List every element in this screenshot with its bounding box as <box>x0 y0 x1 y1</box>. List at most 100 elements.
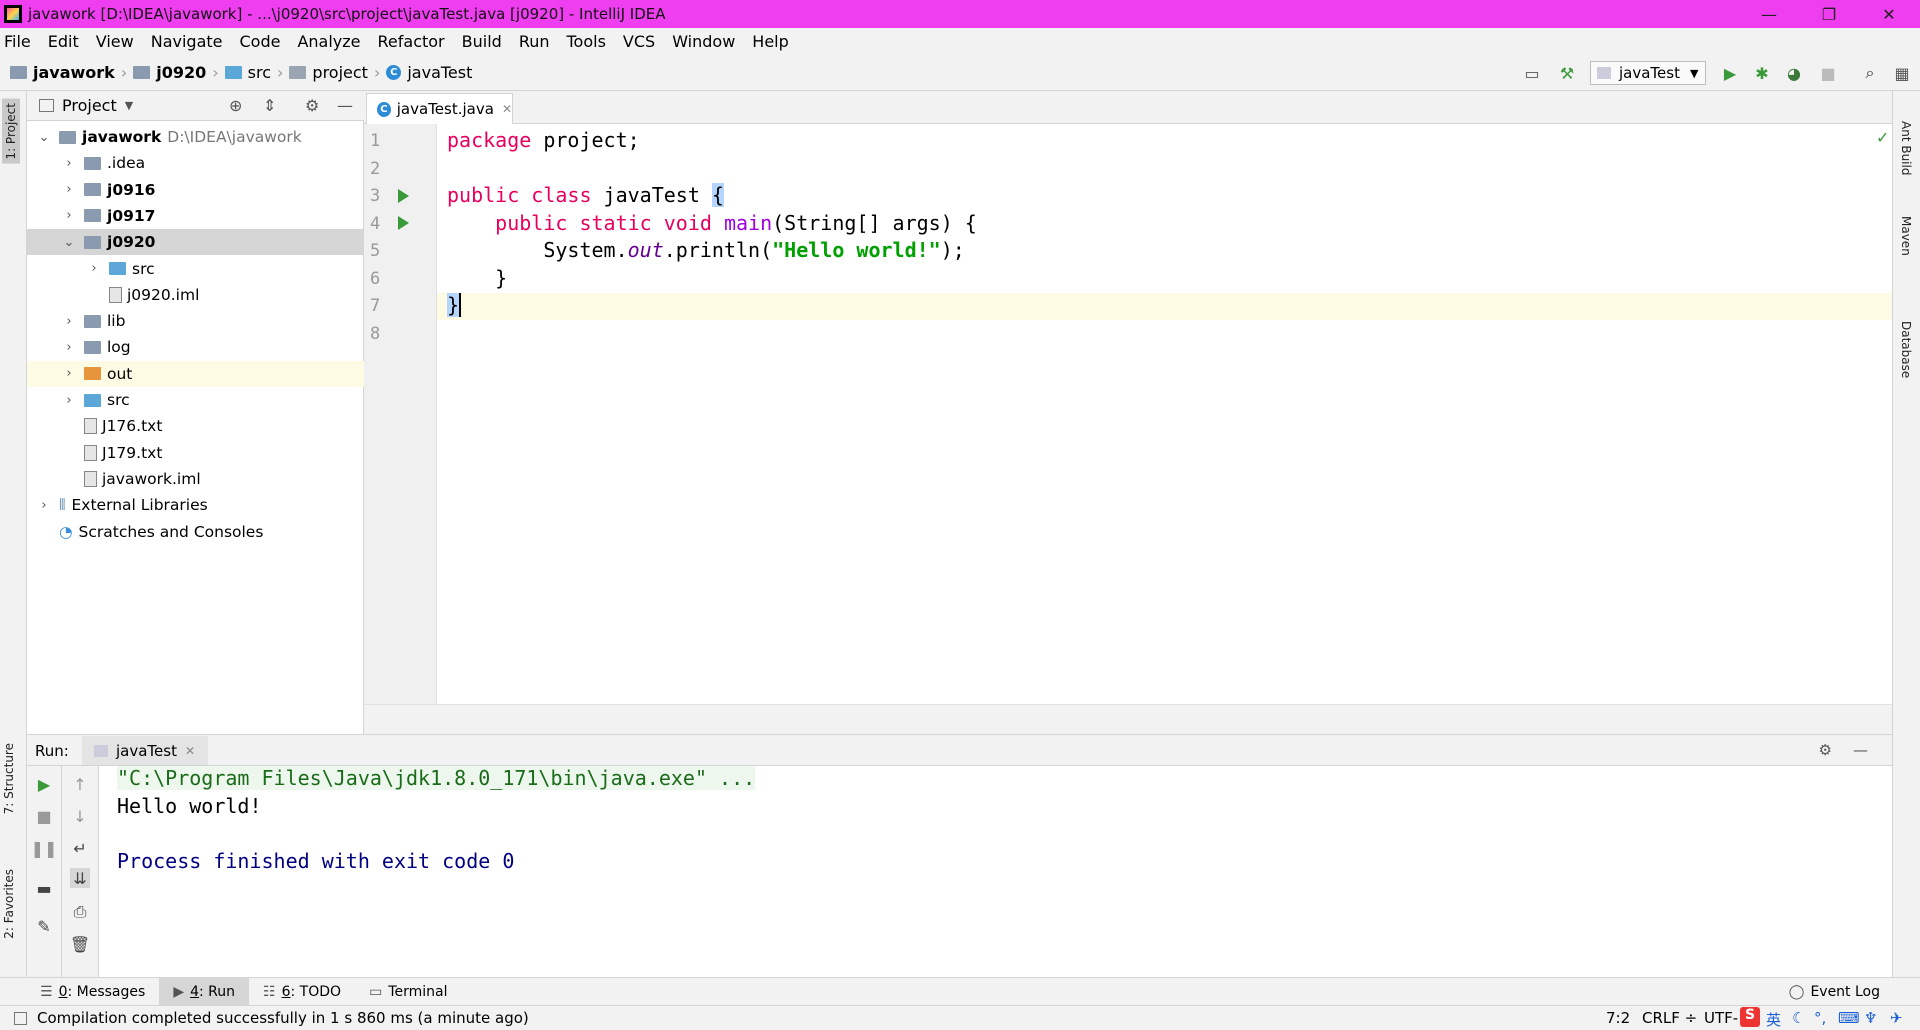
coverage-icon[interactable]: ◕ <box>1782 62 1806 84</box>
menu-run[interactable]: Run <box>519 32 550 51</box>
hide-icon[interactable]: — <box>1853 741 1868 759</box>
moon-icon[interactable]: ☾ <box>1792 1009 1805 1027</box>
menu-vcs[interactable]: VCS <box>623 32 655 51</box>
soft-wrap-icon[interactable]: ↵ <box>70 838 90 858</box>
chevron-right-icon[interactable]: › <box>37 498 51 513</box>
chevron-right-icon[interactable]: › <box>62 340 76 355</box>
tab-favorites[interactable]: 2: Favorites <box>2 869 16 939</box>
gear-icon[interactable]: ⚙ <box>1819 741 1832 759</box>
tab-structure[interactable]: 7: Structure <box>2 743 16 814</box>
pin-icon[interactable]: ✎ <box>34 916 54 936</box>
menu-edit[interactable]: Edit <box>48 32 79 51</box>
run-class-gutter-icon[interactable] <box>398 189 409 203</box>
tab-database[interactable]: Database <box>1899 321 1913 378</box>
chevron-down-icon[interactable]: ⌄ <box>37 130 51 145</box>
locate-target-icon[interactable]: ⊕ <box>229 96 242 115</box>
close-tab-icon[interactable]: ✕ <box>185 744 195 758</box>
run-configuration-select[interactable]: javaTest ▼ <box>1590 61 1706 85</box>
chevron-right-icon[interactable]: › <box>62 366 76 381</box>
tree-item[interactable]: ◔ Scratches and Consoles <box>27 519 364 545</box>
stop-icon[interactable]: ■ <box>34 806 54 826</box>
tree-item[interactable]: › src <box>27 387 364 413</box>
menu-navigate[interactable]: Navigate <box>151 32 223 51</box>
tree-item[interactable]: › src <box>27 256 364 282</box>
tree-item[interactable]: ⌄ javawork D:\IDEA\javawork <box>27 124 364 150</box>
debug-bug-icon[interactable]: ✱ <box>1750 62 1774 84</box>
menu-build[interactable]: Build <box>462 32 502 51</box>
code-line-4[interactable]: public static void main(String[] args) { <box>447 211 977 235</box>
shirt-icon[interactable]: ♆ <box>1864 1009 1877 1027</box>
pause-icon[interactable]: ❚❚ <box>31 838 58 858</box>
line-separator[interactable]: CRLF ÷ <box>1642 1009 1697 1027</box>
close-button[interactable]: ✕ <box>1860 0 1918 28</box>
tree-item[interactable]: J176.txt <box>27 413 364 439</box>
tree-item[interactable]: › out <box>27 360 364 387</box>
tree-item[interactable]: j0920.iml <box>27 282 364 308</box>
tab-ant-build[interactable]: Ant Build <box>1899 121 1913 175</box>
menu-help[interactable]: Help <box>752 32 788 51</box>
run-main-gutter-icon[interactable] <box>398 216 409 230</box>
minimize-button[interactable]: — <box>1740 0 1798 28</box>
tree-item[interactable]: › j0916 <box>27 177 364 203</box>
menu-tools[interactable]: Tools <box>567 32 606 51</box>
tab-messages[interactable]: ☰ 0: Messages <box>26 978 159 1006</box>
layout-icon[interactable]: ▬ <box>34 878 54 898</box>
tree-item[interactable]: J179.txt <box>27 440 364 466</box>
breadcrumb-j0920[interactable]: j0920 › <box>133 63 219 82</box>
project-structure-icon[interactable]: ▦ <box>1890 62 1914 84</box>
chevron-right-icon[interactable]: › <box>62 208 76 223</box>
code-line-6[interactable]: } <box>447 266 507 290</box>
menu-view[interactable]: View <box>96 32 134 51</box>
chevron-down-icon[interactable]: ⌄ <box>62 235 76 250</box>
punctuation-icon[interactable]: °, <box>1814 1009 1826 1027</box>
run-tab-javatest[interactable]: javaTest ✕ <box>82 736 208 765</box>
arrow-down-icon[interactable]: ↓ <box>70 806 90 826</box>
wrench-icon[interactable]: ✈ <box>1890 1009 1903 1027</box>
tab-todo[interactable]: ☷ 6: TODO <box>249 978 355 1006</box>
chevron-right-icon[interactable]: › <box>87 261 101 276</box>
gear-icon[interactable]: ⚙ <box>305 96 319 115</box>
menu-file[interactable]: File <box>4 32 31 51</box>
code-line-3[interactable]: public class javaTest { <box>447 183 724 207</box>
ime-language[interactable]: 英 <box>1766 1009 1781 1030</box>
status-toggle-icon[interactable] <box>14 1011 27 1025</box>
chevron-right-icon[interactable]: › <box>62 314 76 329</box>
tree-item[interactable]: › log <box>27 334 364 360</box>
tree-item[interactable]: javawork.iml <box>27 466 364 492</box>
tree-item[interactable]: › ⫴ External Libraries <box>27 492 364 518</box>
caret-position[interactable]: 7:2 <box>1606 1009 1630 1027</box>
chevron-right-icon[interactable]: › <box>62 182 76 197</box>
select-window-icon[interactable]: ▭ <box>1520 62 1544 84</box>
tab-maven[interactable]: Maven <box>1899 216 1913 256</box>
sogou-ime-icon[interactable]: S <box>1740 1007 1760 1027</box>
breadcrumb-javatest[interactable]: CjavaTest <box>386 63 472 82</box>
close-tab-icon[interactable]: ✕ <box>502 102 512 116</box>
menu-window[interactable]: Window <box>672 32 735 51</box>
tree-item[interactable]: › .idea <box>27 150 364 176</box>
tree-item[interactable]: › lib <box>27 308 364 334</box>
code-line-5[interactable]: System.out.println("Hello world!"); <box>447 238 964 262</box>
tab-terminal[interactable]: ▭ Terminal <box>355 978 461 1006</box>
breadcrumb-javawork[interactable]: javawork › <box>10 63 127 82</box>
trash-icon[interactable]: 🗑 <box>70 934 90 954</box>
keyboard-icon[interactable]: ⌨ <box>1838 1009 1860 1027</box>
hide-icon[interactable]: — <box>337 96 353 115</box>
print-icon[interactable]: ⎙ <box>70 902 90 922</box>
tab-run[interactable]: ▶ 4: Run <box>159 977 250 1006</box>
project-view-select[interactable]: Project <box>62 96 117 115</box>
breadcrumb-src[interactable]: src › <box>224 63 283 82</box>
chevron-down-icon[interactable]: ▼ <box>125 99 133 112</box>
rerun-icon[interactable]: ▶ <box>34 774 54 794</box>
chevron-right-icon[interactable]: › <box>62 156 76 171</box>
breadcrumb-project[interactable]: project › <box>289 63 380 82</box>
run-icon[interactable]: ▶ <box>1718 62 1742 84</box>
chevron-right-icon[interactable]: › <box>62 393 76 408</box>
event-log-button[interactable]: ◯ Event Log <box>1775 978 1894 1006</box>
menu-analyze[interactable]: Analyze <box>297 32 360 51</box>
status-message[interactable]: Compilation completed successfully in 1 … <box>37 1009 529 1027</box>
build-hammer-icon[interactable]: ⚒ <box>1555 62 1579 84</box>
arrow-up-icon[interactable]: ↑ <box>70 774 90 794</box>
tab-project[interactable]: 1: Project <box>2 99 20 164</box>
menu-refactor[interactable]: Refactor <box>378 32 445 51</box>
scroll-to-end-icon[interactable]: ⇊ <box>70 868 90 888</box>
